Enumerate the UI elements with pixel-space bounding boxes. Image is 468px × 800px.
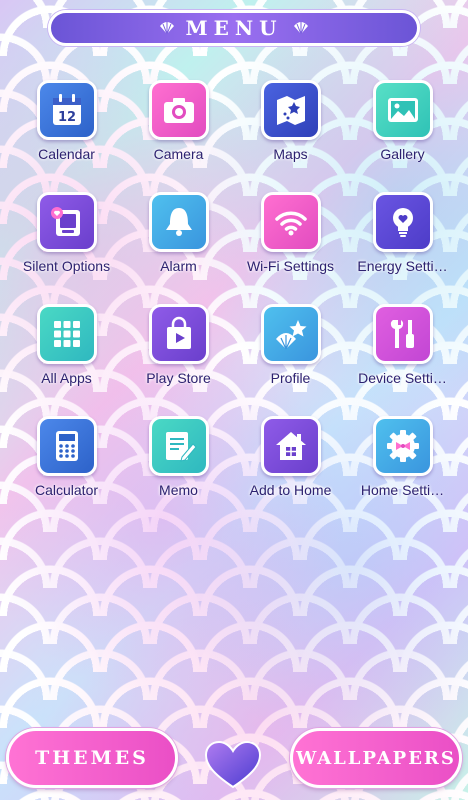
app-label: Calendar: [38, 146, 95, 162]
starfish-shell-icon: [275, 320, 306, 350]
app-device-settings[interactable]: Device Setti…: [344, 304, 461, 416]
app-label: Wi-Fi Settings: [246, 258, 335, 274]
bell-icon: [165, 208, 192, 236]
app-energy-settings[interactable]: Energy Setti…: [344, 192, 461, 304]
app-memo[interactable]: Memo: [120, 416, 237, 528]
app-all-apps[interactable]: All Apps: [8, 304, 125, 416]
app-silent-options[interactable]: Silent Options: [8, 192, 125, 304]
app-label: Home Setti…: [360, 482, 445, 498]
app-label: Profile: [270, 370, 311, 386]
app-label: All Apps: [41, 370, 92, 386]
app-label: Alarm: [160, 258, 197, 274]
app-label: Memo: [159, 482, 198, 498]
grid-icon: [53, 321, 80, 347]
app-label: Calculator: [34, 482, 99, 498]
shell-icon: [160, 22, 175, 35]
calendar-day: 12: [57, 110, 75, 125]
gear-bow-icon: [386, 430, 419, 462]
silent-icon: [50, 207, 80, 236]
camera-icon: [163, 98, 194, 123]
house-icon: [275, 432, 306, 460]
app-maps[interactable]: Maps: [232, 80, 349, 192]
shopping-bag-icon: [166, 316, 191, 349]
app-label: Maps: [273, 146, 308, 162]
app-add-to-home[interactable]: Add to Home: [232, 416, 349, 528]
app-calculator[interactable]: Calculator: [8, 416, 125, 528]
lightbulb-icon: [392, 208, 413, 237]
calculator-icon: [55, 431, 78, 461]
heart-icon[interactable]: [204, 740, 262, 790]
shell-icon: [293, 22, 308, 35]
calendar-icon: 12: [52, 94, 81, 125]
tools-icon: [390, 320, 414, 348]
app-home-settings[interactable]: Home Setti…: [344, 416, 461, 528]
app-label: Add to Home: [249, 482, 332, 498]
app-gallery[interactable]: Gallery: [344, 80, 461, 192]
app-label: Energy Setti…: [357, 258, 448, 274]
app-alarm[interactable]: Alarm: [120, 192, 237, 304]
app-camera[interactable]: Camera: [120, 80, 237, 192]
app-label: Gallery: [380, 146, 425, 162]
app-label: Camera: [153, 146, 204, 162]
app-play-store[interactable]: Play Store: [120, 304, 237, 416]
app-label: Silent Options: [22, 258, 111, 274]
map-icon: [276, 96, 305, 125]
app-label: Device Setti…: [358, 370, 447, 386]
app-calendar[interactable]: 12 Calendar: [8, 80, 125, 192]
wifi-icon: [274, 211, 307, 236]
menu-title: MENU: [185, 16, 283, 40]
themes-button[interactable]: THEMES: [6, 728, 178, 788]
app-wifi-settings[interactable]: Wi-Fi Settings: [232, 192, 349, 304]
gallery-icon: [387, 98, 418, 122]
menu-header[interactable]: MENU: [48, 10, 420, 46]
memo-icon: [165, 432, 197, 462]
app-label: Play Store: [146, 370, 211, 386]
app-profile[interactable]: Profile: [232, 304, 349, 416]
wallpapers-button[interactable]: WALLPAPERS: [290, 728, 462, 788]
